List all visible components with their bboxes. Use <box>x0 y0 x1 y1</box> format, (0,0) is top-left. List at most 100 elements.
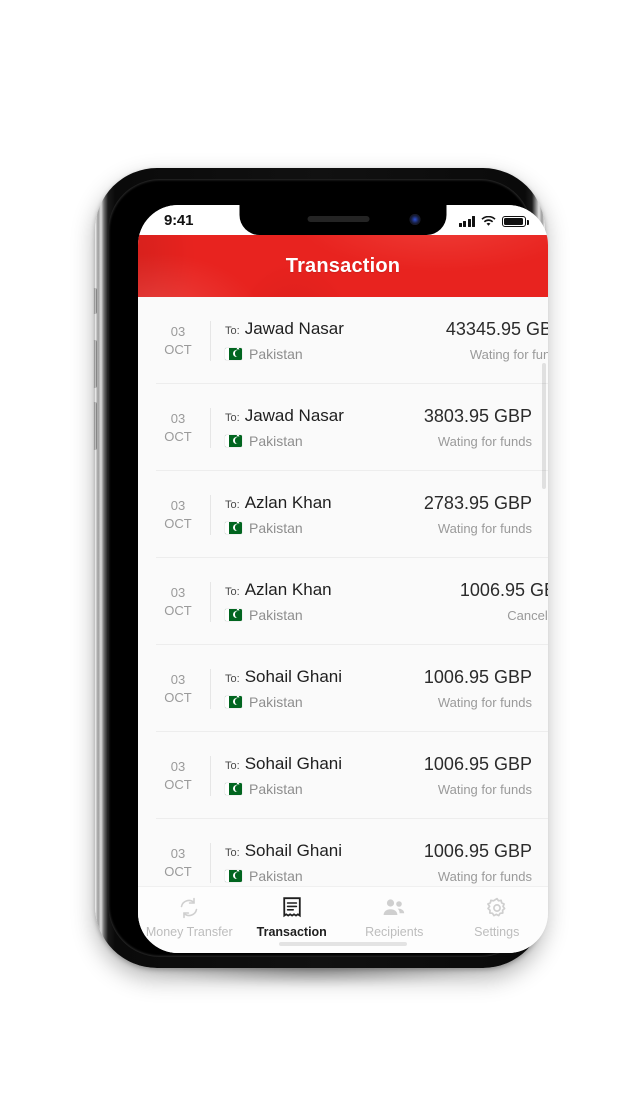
earpiece-speaker-icon <box>307 216 370 222</box>
transaction-date: 03 OCT <box>156 410 200 444</box>
volume-up-button[interactable] <box>93 340 97 388</box>
transaction-amount-block: 3803.95 GBP Wating for funds <box>418 406 532 449</box>
tab-money-transfer[interactable]: Money Transfer <box>138 887 241 953</box>
transaction-recipient-block: To: Sohail Ghani Pakistan <box>225 841 418 884</box>
transaction-row[interactable]: 03 OCT To: Sohail Ghani Pakistan 1006.95… <box>138 819 548 887</box>
transaction-status: Wating for funds <box>437 521 532 536</box>
transaction-amount: 3803.95 GBP <box>423 406 532 426</box>
row-divider <box>210 494 211 535</box>
row-divider <box>210 581 211 622</box>
transaction-date: 03 OCT <box>156 497 200 531</box>
recipient-country: Pakistan <box>249 520 303 536</box>
transaction-date: 03 OCT <box>156 323 200 357</box>
home-indicator[interactable] <box>279 942 407 946</box>
transaction-amount: 1006.95 GBP <box>423 841 532 861</box>
transaction-amount-block: 1006.95 GBP Cancelling <box>454 580 548 623</box>
row-divider <box>210 755 211 796</box>
transaction-day: 03 <box>170 672 186 688</box>
transaction-month: OCT <box>164 341 192 357</box>
transaction-status: Wating for funds <box>437 782 532 797</box>
to-label: To: <box>225 760 240 772</box>
volume-down-button[interactable] <box>93 402 97 450</box>
recipient-country: Pakistan <box>249 433 303 449</box>
phone-device-frame: 9:41 Transaction 03 OCT To: Jawad Nasar … <box>93 168 548 968</box>
row-divider <box>210 842 211 883</box>
transaction-row[interactable]: 03 OCT To: Sohail Ghani Pakistan 1006.95… <box>138 732 548 819</box>
pakistan-flag-icon <box>225 870 242 882</box>
pakistan-flag-icon <box>225 783 242 795</box>
transaction-status: Wating for funds <box>437 434 532 449</box>
page-title: Transaction <box>285 254 401 277</box>
transaction-row[interactable]: 03 OCT To: Jawad Nasar Pakistan <box>138 384 548 471</box>
transaction-day: 03 <box>170 846 186 862</box>
transaction-amount-block: 2783.95 GBP Wating for funds <box>418 493 532 536</box>
battery-full-icon <box>502 215 529 227</box>
transaction-date: 03 OCT <box>156 758 200 792</box>
screenshot-canvas: 9:41 Transaction 03 OCT To: Jawad Nasar … <box>0 0 630 1120</box>
phone-screen: 9:41 Transaction 03 OCT To: Jawad Nasar … <box>138 205 548 953</box>
mute-switch-button[interactable] <box>93 288 97 314</box>
transaction-amount: 1006.95 GBP <box>423 667 532 687</box>
transaction-status: Wating for funds <box>469 347 548 362</box>
money-transfer-icon <box>177 896 201 920</box>
transaction-status: Cancelling <box>507 608 548 623</box>
transaction-list[interactable]: 03 OCT To: Jawad Nasar Pakistan 43345.95… <box>138 297 548 887</box>
transaction-recipient-block: To: Jawad Nasar Pakistan <box>225 319 440 362</box>
transaction-date: 03 OCT <box>156 845 200 879</box>
transaction-row[interactable]: 03 OCT To: Jawad Nasar Pakistan <box>138 297 548 384</box>
transaction-amount-block: 43345.95 GBP Wating for funds <box>440 319 548 362</box>
row-divider <box>210 668 211 709</box>
transaction-day: 03 <box>170 759 186 775</box>
transaction-recipient-block: To: Azlan Khan Pakistan <box>225 493 418 536</box>
transaction-month: OCT <box>164 428 192 444</box>
transaction-day: 03 <box>170 324 186 340</box>
app-header-bar: Transaction <box>138 235 548 297</box>
transaction-date: 03 OCT <box>156 671 200 705</box>
recipient-country: Pakistan <box>249 607 303 623</box>
transaction-month: OCT <box>164 515 192 531</box>
phone-inner-bezel: 9:41 Transaction 03 OCT To: Jawad Nasar … <box>108 179 548 957</box>
transaction-recipient-block: To: Sohail Ghani Pakistan <box>225 754 418 797</box>
tab-label: Recipients <box>365 924 424 939</box>
transaction-recipient-block: To: Azlan Khan Pakistan <box>225 580 454 623</box>
transaction-amount-block: 1006.95 GBP Wating for funds <box>418 841 532 884</box>
recipient-name: Azlan Khan <box>244 580 332 599</box>
transaction-row[interactable]: 03 OCT To: Azlan Khan Pakistan <box>138 471 548 558</box>
recipient-country: Pakistan <box>249 346 303 362</box>
recipient-name: Sohail Ghani <box>244 667 343 686</box>
recipient-country: Pakistan <box>249 694 303 710</box>
status-bar-time: 9:41 <box>164 211 194 229</box>
pakistan-flag-icon <box>225 609 242 621</box>
status-bar-indicators <box>458 213 529 227</box>
transaction-recipient-block: To: Jawad Nasar Pakistan <box>225 406 418 449</box>
transaction-recipient-block: To: Sohail Ghani Pakistan <box>225 667 418 710</box>
transaction-month: OCT <box>164 776 192 792</box>
device-notch <box>239 205 447 235</box>
row-divider <box>210 320 211 361</box>
recipient-name: Sohail Ghani <box>244 754 343 773</box>
receipt-icon <box>281 896 303 920</box>
transaction-row[interactable]: 03 OCT To: Azlan Khan Pakistan <box>138 558 548 645</box>
transaction-month: OCT <box>164 689 192 705</box>
pakistan-flag-icon <box>225 435 242 447</box>
transaction-day: 03 <box>170 411 186 427</box>
pakistan-flag-icon <box>225 348 242 360</box>
transaction-amount: 1006.95 GBP <box>459 580 548 600</box>
transaction-row[interactable]: 03 OCT To: Sohail Ghani Pakistan 1006.95… <box>138 645 548 732</box>
tab-label: Money Transfer <box>145 924 233 939</box>
transaction-amount: 43345.95 GBP <box>445 319 548 339</box>
list-scrollbar[interactable] <box>542 363 546 489</box>
to-label: To: <box>225 412 240 424</box>
transaction-status: Wating for funds <box>437 695 532 710</box>
transaction-day: 03 <box>170 585 186 601</box>
gear-icon <box>485 896 509 920</box>
transaction-amount: 1006.95 GBP <box>423 754 532 774</box>
tab-settings[interactable]: Settings <box>446 887 549 953</box>
transaction-date: 03 OCT <box>156 584 200 618</box>
transaction-status: Wating for funds <box>437 869 532 884</box>
to-label: To: <box>225 847 240 859</box>
to-label: To: <box>225 325 240 337</box>
recipient-name: Jawad Nasar <box>244 406 344 425</box>
row-divider <box>210 407 211 448</box>
tab-label: Transaction <box>256 924 327 939</box>
